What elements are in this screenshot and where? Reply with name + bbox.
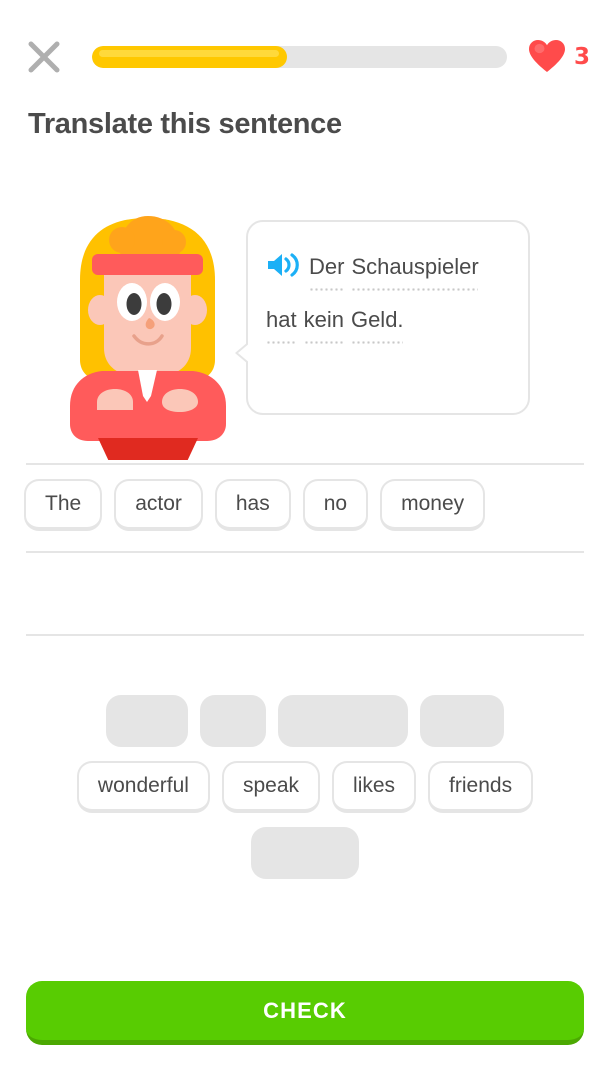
page-title: Translate this sentence: [28, 108, 342, 140]
answer-tile[interactable]: no: [302, 479, 369, 531]
word-bank-empty-slot: [420, 695, 504, 747]
word-bank-empty-slot: [106, 695, 188, 747]
speech-bubble-tail-inner: [238, 342, 251, 364]
speech-bubble: Der Schauspieler hat kein Geld.: [235, 220, 530, 415]
prompt-word[interactable]: kein: [303, 305, 344, 344]
hearts-indicator[interactable]: 3: [528, 40, 590, 74]
hearts-count: 3: [573, 44, 590, 70]
answer-tile[interactable]: The: [24, 479, 103, 531]
close-button[interactable]: [20, 33, 68, 81]
word-bank-tile[interactable]: speak: [221, 761, 321, 813]
word-bank-row: [0, 827, 610, 879]
word-bank-row: [0, 695, 610, 747]
answer-line-separator: [26, 463, 584, 465]
check-button-label: CHECK: [263, 997, 347, 1023]
prompt-area: Der Schauspieler hat kein Geld.: [0, 200, 610, 470]
speaker-audio-icon[interactable]: [266, 244, 300, 277]
progress-bar[interactable]: [92, 46, 507, 68]
answer-line-separator: [26, 634, 584, 636]
prompt-word[interactable]: hat: [266, 305, 297, 344]
word-bank-tile[interactable]: likes: [332, 761, 417, 813]
prompt-word[interactable]: Geld.: [350, 305, 404, 344]
heart-icon: [528, 40, 565, 74]
word-bank-empty-slot: [251, 827, 359, 879]
word-bank-tile[interactable]: wonderful: [76, 761, 210, 813]
progress-bar-highlight: [99, 50, 280, 57]
word-bank-tile[interactable]: friends: [428, 761, 534, 813]
prompt-word[interactable]: Schauspieler: [351, 252, 479, 291]
exercise-header: 3: [0, 32, 610, 82]
answer-tile[interactable]: has: [214, 479, 291, 531]
check-button[interactable]: CHECK: [26, 981, 584, 1045]
prompt-word[interactable]: Der: [309, 252, 344, 291]
word-bank: wonderful speak likes friends: [0, 695, 610, 893]
prompt-sentence: Der Schauspieler hat kein Geld.: [248, 222, 528, 346]
answer-row: The actor has no money: [24, 479, 486, 531]
answer-tile[interactable]: money: [380, 479, 486, 531]
progress-bar-fill: [92, 46, 288, 68]
close-x-icon: [28, 41, 60, 73]
character-illustration: [70, 216, 226, 460]
word-bank-empty-slot: [278, 695, 408, 747]
answer-tile[interactable]: actor: [114, 479, 203, 531]
word-bank-row: wonderful speak likes friends: [0, 761, 610, 813]
word-bank-empty-slot: [200, 695, 266, 747]
answer-line-separator: [26, 551, 584, 553]
